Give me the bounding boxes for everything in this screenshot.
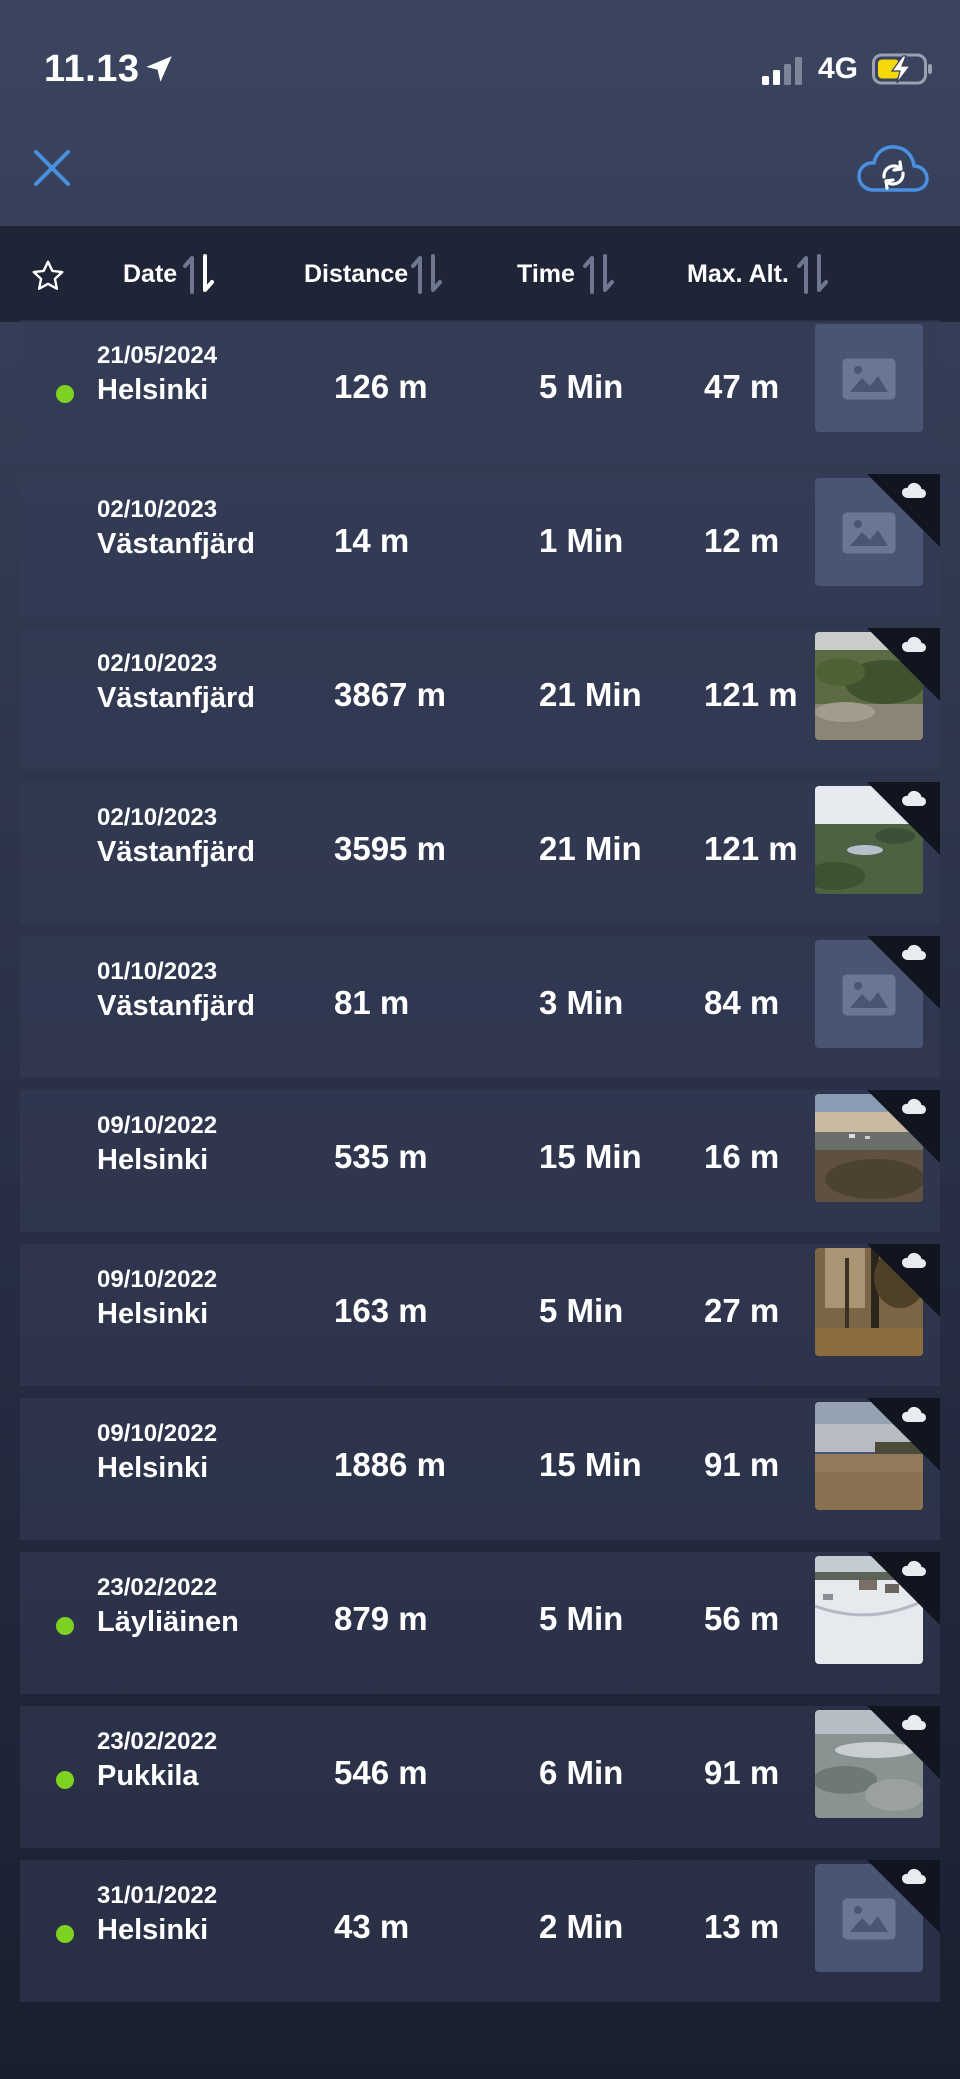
flight-max-alt: 13 m — [704, 1908, 780, 1945]
flight-date: 31/01/2022 — [97, 1882, 218, 1909]
flight-distance: 163 m — [334, 1292, 428, 1329]
flight-duration: 21 Min — [539, 830, 642, 867]
status-bar: 11.13 4G — [0, 0, 960, 140]
close-icon[interactable] — [28, 144, 76, 192]
cloud-icon — [867, 1860, 940, 1933]
signal-icon — [762, 57, 802, 85]
cloud-icon — [867, 474, 940, 547]
flight-max-alt: 84 m — [704, 984, 780, 1021]
cloud-icon — [867, 1552, 940, 1625]
cloud-icon — [867, 782, 940, 855]
flight-thumbnail[interactable] — [815, 324, 923, 432]
flight-location: Pukkila — [97, 1760, 199, 1792]
flight-duration: 5 Min — [539, 1292, 624, 1329]
cloud-icon — [867, 936, 940, 1009]
cloud-icon — [867, 1090, 940, 1163]
cloud-icon — [867, 1706, 940, 1779]
flight-row[interactable]: 23/02/2022 Läyliäinen 879 m 5 Min 56 m — [20, 1552, 940, 1694]
flight-row[interactable]: 09/10/2022 Helsinki 163 m 5 Min 27 m — [20, 1244, 940, 1386]
flight-location: Västanfjärd — [97, 990, 255, 1022]
flight-row[interactable]: 21/05/2024 Helsinki 126 m 5 Min 47 m — [20, 320, 940, 462]
flight-date: 02/10/2023 — [97, 804, 218, 831]
sort-max-alt-header[interactable]: Max. Alt. — [687, 260, 789, 289]
flight-distance: 1886 m — [334, 1446, 446, 1483]
sort-icon[interactable] — [182, 252, 216, 296]
flight-row[interactable]: 02/10/2023 Västanfjärd 14 m 1 Min 12 m — [20, 474, 940, 616]
flight-date: 02/10/2023 — [97, 496, 218, 523]
flight-distance: 43 m — [334, 1908, 410, 1945]
flight-date: 21/05/2024 — [97, 342, 218, 369]
cloud-sync-icon[interactable] — [856, 140, 930, 200]
flight-location: Helsinki — [97, 1144, 209, 1176]
flight-max-alt: 121 m — [704, 676, 798, 713]
flight-duration: 5 Min — [539, 368, 624, 405]
flight-duration: 3 Min — [539, 984, 624, 1021]
flight-row[interactable]: 09/10/2022 Helsinki 535 m 15 Min 16 m — [20, 1090, 940, 1232]
status-time: 11.13 — [44, 48, 140, 90]
flight-max-alt: 91 m — [704, 1446, 780, 1483]
flight-distance: 126 m — [334, 368, 428, 405]
flight-date: 23/02/2022 — [97, 1728, 218, 1755]
flight-location: Västanfjärd — [97, 682, 255, 714]
flight-max-alt: 91 m — [704, 1754, 780, 1791]
flight-duration: 5 Min — [539, 1600, 624, 1637]
flight-duration: 21 Min — [539, 676, 642, 713]
flight-location: Västanfjärd — [97, 836, 255, 868]
cloud-icon — [867, 1244, 940, 1317]
flight-location: Helsinki — [97, 374, 209, 406]
location-arrow-icon — [146, 56, 172, 82]
battery-charging-icon — [872, 53, 932, 85]
flight-date: 23/02/2022 — [97, 1574, 218, 1601]
flight-distance: 81 m — [334, 984, 410, 1021]
flight-date: 09/10/2022 — [97, 1420, 218, 1447]
cloud-icon — [867, 1398, 940, 1471]
flight-row[interactable]: 01/10/2023 Västanfjärd 81 m 3 Min 84 m — [20, 936, 940, 1078]
flight-row[interactable]: 09/10/2022 Helsinki 1886 m 15 Min 91 m — [20, 1398, 940, 1540]
flight-distance: 3867 m — [334, 676, 446, 713]
flight-distance: 879 m — [334, 1600, 428, 1637]
sort-date-header[interactable]: Date — [123, 260, 177, 289]
image-placeholder-icon — [842, 358, 896, 400]
sort-distance-header[interactable]: Distance — [304, 260, 408, 289]
flight-duration: 2 Min — [539, 1908, 624, 1945]
flight-max-alt: 56 m — [704, 1600, 780, 1637]
flight-row[interactable]: 23/02/2022 Pukkila 546 m 6 Min 91 m — [20, 1706, 940, 1848]
status-dot — [56, 1925, 74, 1943]
flight-row[interactable]: 02/10/2023 Västanfjärd 3867 m 21 Min 121 m — [20, 628, 940, 770]
flight-date: 02/10/2023 — [97, 650, 218, 677]
status-dot — [56, 1771, 74, 1789]
flight-location: Västanfjärd — [97, 528, 255, 560]
flight-location: Helsinki — [97, 1452, 209, 1484]
cloud-icon — [867, 628, 940, 701]
sort-icon[interactable] — [796, 252, 830, 296]
flight-duration: 6 Min — [539, 1754, 624, 1791]
flight-date: 09/10/2022 — [97, 1266, 218, 1293]
flight-distance: 14 m — [334, 522, 410, 559]
star-icon[interactable] — [30, 258, 66, 294]
flight-duration: 15 Min — [539, 1138, 642, 1175]
status-dot — [56, 385, 74, 403]
flight-max-alt: 16 m — [704, 1138, 780, 1175]
flight-max-alt: 121 m — [704, 830, 798, 867]
flight-distance: 535 m — [334, 1138, 428, 1175]
flight-location: Helsinki — [97, 1914, 209, 1946]
flight-max-alt: 12 m — [704, 522, 780, 559]
flight-max-alt: 47 m — [704, 368, 780, 405]
sort-icon[interactable] — [582, 252, 616, 296]
flight-duration: 1 Min — [539, 522, 624, 559]
status-dot — [56, 1617, 74, 1635]
network-type: 4G — [818, 52, 859, 85]
flight-distance: 546 m — [334, 1754, 428, 1791]
flight-duration: 15 Min — [539, 1446, 642, 1483]
flight-date: 09/10/2022 — [97, 1112, 218, 1139]
flight-max-alt: 27 m — [704, 1292, 780, 1329]
flight-row[interactable]: 02/10/2023 Västanfjärd 3595 m 21 Min 121 m — [20, 782, 940, 924]
sort-icon[interactable] — [410, 252, 444, 296]
flight-location: Helsinki — [97, 1298, 209, 1330]
flight-location: Läyliäinen — [97, 1606, 239, 1638]
flight-distance: 3595 m — [334, 830, 446, 867]
flight-row[interactable]: 31/01/2022 Helsinki 43 m 2 Min 13 m — [20, 1860, 940, 2002]
flight-date: 01/10/2023 — [97, 958, 218, 985]
sort-time-header[interactable]: Time — [517, 260, 575, 289]
